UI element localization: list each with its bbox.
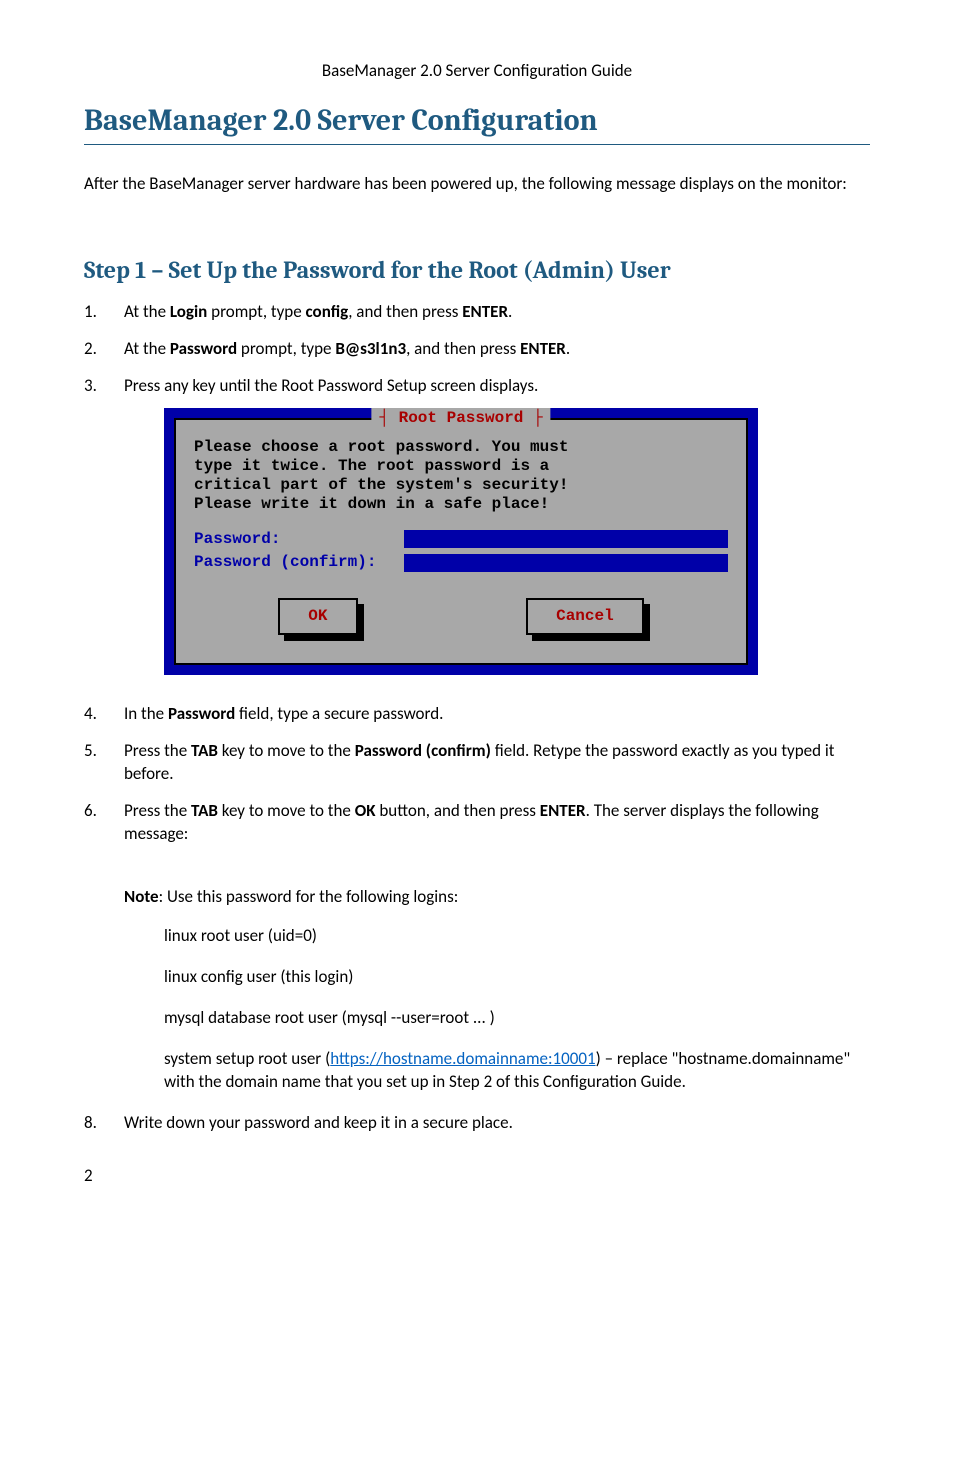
text: system setup root user (	[164, 1048, 330, 1069]
text: , and then press	[406, 338, 520, 359]
title-rule	[84, 144, 870, 145]
config-text: config	[306, 301, 349, 322]
root-password-dialog: ┤ Root Password ├ Please choose a root p…	[174, 418, 748, 666]
text: key to move to the	[218, 740, 355, 761]
login-mysql: mysql database root user (mysql --user=r…	[164, 1007, 870, 1030]
text: .	[566, 338, 570, 359]
running-header: BaseManager 2.0 Server Configuration Gui…	[84, 60, 870, 81]
step-8: Write down your password and keep it in …	[84, 1112, 870, 1135]
dialog-title: ┤ Root Password ├	[371, 408, 550, 430]
page-number: 2	[84, 1165, 870, 1186]
step-2: At the Password prompt, type B@s3l1n3, a…	[84, 338, 870, 361]
password-confirm-name: Password (confirm)	[355, 740, 491, 761]
step-6: Press the TAB key to move to the OK butt…	[84, 800, 870, 846]
text: prompt, type	[207, 301, 305, 322]
step1-heading: Step 1 – Set Up the Password for the Roo…	[84, 256, 870, 284]
login-linux-root: linux root user (uid=0)	[164, 925, 870, 948]
step-5: Press the TAB key to move to the Passwor…	[84, 740, 870, 786]
text: In the	[124, 703, 168, 724]
text: , and then press	[348, 301, 462, 322]
text: At the	[124, 301, 170, 322]
step-4: In the Password field, type a secure pas…	[84, 703, 870, 726]
ok-button[interactable]: OK	[278, 598, 357, 636]
password-input[interactable]	[404, 530, 728, 548]
text: field, type a secure password.	[235, 703, 443, 724]
note-line: Note: Use this password for the followin…	[124, 886, 870, 907]
password-field-name: Password	[168, 703, 235, 724]
text: Press the	[124, 740, 191, 761]
step-1: At the Login prompt, type config, and th…	[84, 301, 870, 324]
text: key to move to the	[218, 800, 355, 821]
text: .	[508, 301, 512, 322]
password-confirm-label: Password (confirm):	[194, 552, 404, 574]
cancel-button[interactable]: Cancel	[526, 598, 644, 636]
tab-key: TAB	[191, 740, 218, 761]
ok-button-name: OK	[355, 800, 376, 821]
tab-key: TAB	[191, 800, 218, 821]
password-field-label: Password:	[194, 529, 404, 551]
password-confirm-input[interactable]	[404, 554, 728, 572]
enter-key: ENTER	[462, 301, 508, 322]
password-row: Password:	[194, 529, 728, 551]
text: At the	[124, 338, 170, 359]
text: button, and then press	[376, 800, 540, 821]
login-label: Login	[170, 301, 207, 322]
page-title: BaseManager 2.0 Server Configuration	[84, 103, 870, 138]
dialog-body-text: Please choose a root password. You must …	[194, 438, 728, 515]
text: prompt, type	[237, 338, 335, 359]
steps-list-continued: Write down your password and keep it in …	[84, 1112, 870, 1135]
password-value: B@s3l1n3	[335, 338, 406, 359]
logins-list: linux root user (uid=0) linux config use…	[164, 925, 870, 1094]
hostname-link[interactable]: https://hostname.domainname:10001	[330, 1048, 595, 1069]
login-linux-config: linux config user (this login)	[164, 966, 870, 989]
enter-key: ENTER	[520, 338, 566, 359]
dialog-buttons: OK Cancel	[194, 598, 728, 636]
note-label: Note	[124, 886, 159, 907]
password-label: Password	[170, 338, 237, 359]
page: BaseManager 2.0 Server Configuration Gui…	[0, 0, 954, 1226]
text: Press the	[124, 800, 191, 821]
text: Press any key until the Root Password Se…	[124, 375, 538, 396]
text: Write down your password and keep it in …	[124, 1112, 513, 1133]
steps-list: At the Login prompt, type config, and th…	[84, 301, 870, 846]
terminal-screenshot: ┤ Root Password ├ Please choose a root p…	[164, 408, 758, 676]
step-3: Press any key until the Root Password Se…	[84, 375, 870, 675]
intro-paragraph: After the BaseManager server hardware ha…	[84, 173, 870, 196]
password-confirm-row: Password (confirm):	[194, 552, 728, 574]
terminal-bg: ┤ Root Password ├ Please choose a root p…	[164, 408, 758, 676]
login-system-setup: system setup root user (https://hostname…	[164, 1048, 870, 1094]
enter-key: ENTER	[540, 800, 586, 821]
note-text: : Use this password for the following lo…	[159, 886, 459, 907]
